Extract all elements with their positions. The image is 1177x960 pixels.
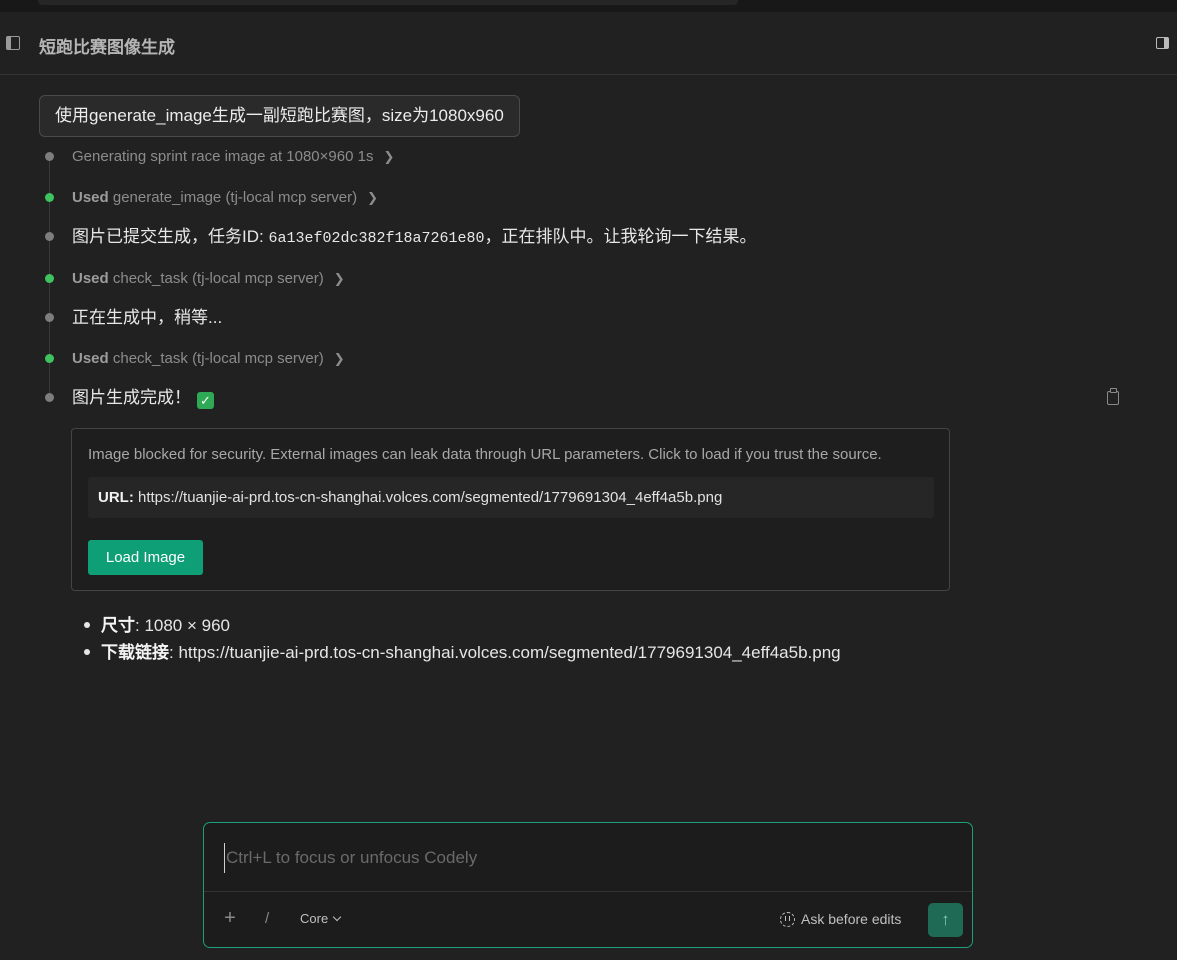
step-message-complete: 图片生成完成！ ✓: [0, 386, 1100, 410]
window-top-strip: [0, 0, 1177, 12]
message-prefix: 图片已提交生成，任务ID:: [72, 227, 269, 246]
chat-header: 短跑比赛图像生成: [0, 12, 1177, 75]
bullet: [84, 649, 90, 655]
size-value: : 1080 × 960: [135, 616, 231, 635]
step-dot: [45, 393, 54, 402]
security-note: Image blocked for security. External ima…: [88, 446, 882, 463]
result-info-list: 尺寸: 1080 × 960 下载链接: https://tuanjie-ai-…: [84, 612, 841, 666]
bullet: [84, 622, 90, 628]
user-message: 使用generate_image生成一副短跑比赛图，size为1080x960: [39, 95, 520, 137]
chevron-right-icon[interactable]: ❯: [367, 186, 378, 210]
model-label: Core: [300, 911, 329, 926]
ask-mode-icon: [780, 912, 795, 927]
step-tool-check-task-1[interactable]: Used check_task (tj-local mcp server) ❯: [0, 267, 1100, 291]
plus-icon[interactable]: +: [222, 907, 238, 929]
check-icon: ✓: [197, 392, 214, 409]
image-url: https://tuanjie-ai-prd.tos-cn-shanghai.v…: [138, 489, 723, 506]
message-text: 图片生成完成！: [72, 388, 191, 407]
chat-title: 短跑比赛图像生成: [39, 38, 175, 57]
list-item: 尺寸: 1080 × 960: [84, 612, 841, 639]
slash-command-button[interactable]: /: [265, 908, 269, 930]
image-url-box: URL: https://tuanjie-ai-prd.tos-cn-shang…: [88, 477, 934, 518]
mode-label: Ask before edits: [801, 911, 902, 927]
clipboard-icon[interactable]: [1107, 388, 1119, 405]
step-tool-generate-image[interactable]: Used generate_image (tj-local mcp server…: [0, 186, 1100, 210]
load-image-button[interactable]: Load Image: [88, 540, 203, 575]
sidebar-left-icon[interactable]: [6, 36, 20, 50]
success-dot: [45, 354, 54, 363]
sidebar-right-icon[interactable]: [1156, 37, 1169, 49]
chat-composer: + / Core Ask before edits ↑: [203, 822, 973, 948]
step-dot: [45, 313, 54, 322]
url-label: URL:: [98, 489, 134, 506]
step-dot: [45, 152, 54, 161]
send-button[interactable]: ↑: [928, 903, 963, 937]
task-id: 6a13ef02dc382f18a7261e80: [268, 230, 485, 247]
used-label: Used: [72, 270, 109, 287]
mode-selector[interactable]: Ask before edits: [780, 908, 901, 930]
download-link-label: 下载链接: [101, 643, 169, 662]
step-message-generating: 正在生成中，稍等...: [0, 306, 1100, 330]
success-dot: [45, 274, 54, 283]
size-label: 尺寸: [101, 616, 135, 635]
chevron-right-icon[interactable]: ❯: [334, 347, 345, 371]
message-text: 正在生成中，稍等...: [72, 308, 223, 327]
tool-name: generate_image (tj-local mcp server): [112, 189, 358, 206]
chevron-down-icon: [332, 912, 342, 922]
tool-name: check_task (tj-local mcp server): [112, 350, 324, 367]
success-dot: [45, 193, 54, 202]
step-dot: [45, 232, 54, 241]
message-suffix: ，正在排队中。让我轮询一下结果。: [484, 227, 757, 246]
composer-divider: [204, 891, 972, 892]
chat-input[interactable]: [224, 843, 944, 873]
step-message-submitted: 图片已提交生成，任务ID: 6a13ef02dc382f18a7261e80，正…: [0, 225, 1100, 249]
chevron-right-icon[interactable]: ❯: [334, 267, 345, 291]
used-label: Used: [72, 189, 109, 206]
step-status-text: Generating sprint race image at 1080×960…: [72, 148, 374, 165]
step-tool-check-task-2[interactable]: Used check_task (tj-local mcp server) ❯: [0, 347, 1100, 371]
model-selector[interactable]: Core: [300, 908, 342, 930]
blocked-image-card: Image blocked for security. External ima…: [71, 428, 950, 591]
download-link-value[interactable]: : https://tuanjie-ai-prd.tos-cn-shanghai…: [169, 643, 841, 662]
top-tab-bar: [38, 0, 738, 5]
arrow-up-icon: ↑: [941, 910, 950, 929]
used-label: Used: [72, 350, 109, 367]
chevron-right-icon[interactable]: ❯: [383, 145, 394, 169]
step-status[interactable]: Generating sprint race image at 1080×960…: [0, 145, 1100, 169]
list-item: 下载链接: https://tuanjie-ai-prd.tos-cn-shan…: [84, 639, 841, 666]
tool-name: check_task (tj-local mcp server): [112, 270, 324, 287]
